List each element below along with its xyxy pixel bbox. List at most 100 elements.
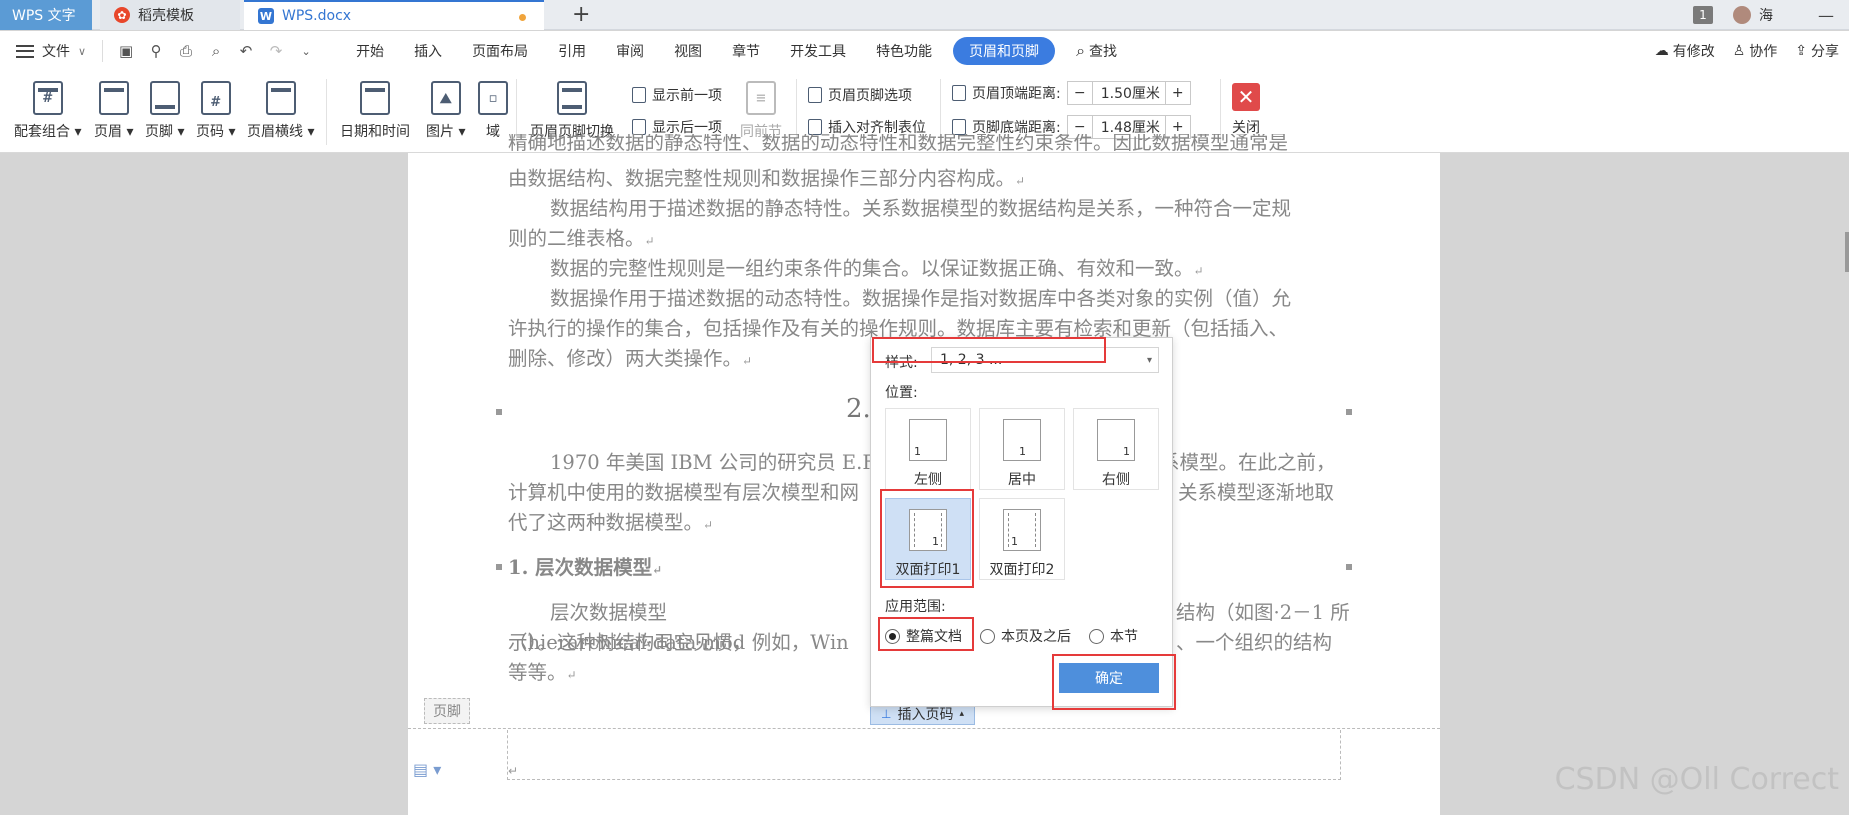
menu-review[interactable]: 审阅 <box>601 37 659 65</box>
text: 数据的完整性规则是一组约束条件的集合。以保证数据正确、有效和一致。 <box>550 257 1194 280</box>
paragraph-line: 数据操作用于描述数据的动态特性。数据操作是指对数据库中各类对象的实例（值）允 <box>550 287 1292 310</box>
footer-divider <box>408 728 1440 729</box>
same-as-previous-icon: ≡ <box>746 81 776 115</box>
header-footer-switch-button[interactable]: 页眉页脚切换 <box>530 81 614 141</box>
menu-header-footer[interactable]: 页眉和页脚 <box>953 37 1056 65</box>
position-right-option[interactable]: 1 右侧 <box>1073 408 1159 490</box>
modified-button[interactable]: ☁ 有修改 <box>1655 41 1715 61</box>
picture-button[interactable]: ⛰ 图片 ▾ <box>426 81 465 141</box>
paragraph-line: 则的二维表格。↵ <box>508 224 1348 256</box>
undo-icon[interactable]: ↶ <box>235 40 257 62</box>
tab-wps-writer[interactable]: WPS 文字 <box>0 0 92 30</box>
quick-access-toolbar: ▣ ⚲ ⎙ ⌕ ↶ ↷ ⌄ <box>102 40 317 62</box>
tab-label: 稻壳模板 <box>138 8 194 24</box>
menu-references[interactable]: 引用 <box>543 37 601 65</box>
redo-icon[interactable]: ↷ <box>265 40 287 62</box>
subheading: 1. 层次数据模型↵ <box>508 553 662 585</box>
avatar[interactable] <box>1733 6 1751 24</box>
save-icon[interactable]: ▣ <box>115 40 137 62</box>
menu-section[interactable]: 章节 <box>717 37 775 65</box>
footer-label: 页脚 <box>145 124 173 140</box>
scrollbar-thumb[interactable] <box>1845 232 1849 272</box>
scope-label: 应用范围: <box>885 599 946 615</box>
menu-insert[interactable]: 插入 <box>399 37 457 65</box>
menu-developer[interactable]: 开发工具 <box>775 37 861 65</box>
paragraph-mark-icon: ↵ <box>1015 174 1026 188</box>
page-number-glyph: 1 <box>1123 445 1130 458</box>
text: 则的二维表格。 <box>508 227 645 250</box>
paragraph-line: 计算机中使用的数据模型有层次模型和网 <box>508 481 860 504</box>
show-next-icon <box>632 119 646 135</box>
menu-view[interactable]: 视图 <box>659 37 717 65</box>
show-previous-button[interactable]: 显示前一项 <box>632 85 722 105</box>
watermark: CSDN @Oll Correct <box>1554 762 1839 797</box>
file-menu[interactable]: 文件 ∨ <box>16 41 86 61</box>
section-heading: 2. <box>846 394 871 424</box>
chevron-up-icon: ▴ <box>959 708 964 719</box>
header-footer-options-button[interactable]: 页眉页脚选项 <box>808 85 912 105</box>
minimize-icon[interactable]: — <box>1803 6 1849 25</box>
position-left-label: 左侧 <box>914 472 942 488</box>
tab-document[interactable]: W WPS.docx <box>244 0 544 30</box>
scope-this-page-after-radio[interactable]: 本页及之后 <box>980 626 1071 646</box>
new-tab-icon[interactable]: + <box>572 2 590 27</box>
menu-start[interactable]: 开始 <box>341 37 399 65</box>
annotation-box-duplex <box>880 489 974 588</box>
picture-label: 图片 <box>426 124 454 140</box>
menu-bar: 文件 ∨ ▣ ⚲ ⎙ ⌕ ↶ ↷ ⌄ 开始 插入 页面布局 引用 审阅 视图 章… <box>0 31 1849 71</box>
user-name[interactable]: 海 <box>1759 5 1773 25</box>
page-number-button[interactable]: # 页码 ▾ <box>196 81 235 141</box>
print-icon[interactable]: ⎙ <box>175 40 197 62</box>
template-combo-icon: # <box>32 81 63 115</box>
position-center-option[interactable]: 1 居中 <box>979 408 1065 490</box>
paragraph-line: 关系模型逐渐地取 <box>1178 481 1335 504</box>
increase-button[interactable]: + <box>1166 82 1190 104</box>
title-bar: WPS 文字 ✿ 稻壳模板 W WPS.docx + 1 海 — <box>0 0 1849 30</box>
header-line-button[interactable]: 页眉横线 ▾ <box>247 81 314 141</box>
scope-this-page-after-label: 本页及之后 <box>1001 629 1071 645</box>
chevron-down-icon: ▾ <box>1146 354 1152 366</box>
format-painter-icon[interactable]: ⚲ <box>145 40 167 62</box>
align-tab-icon <box>808 119 822 135</box>
decrease-button[interactable]: − <box>1068 82 1092 104</box>
window-count-badge[interactable]: 1 <box>1693 6 1713 24</box>
close-header-footer-button[interactable]: ✕ 关闭 <box>1232 83 1260 137</box>
close-icon: ✕ <box>1232 83 1260 111</box>
template-combo-button[interactable]: # 配套组合 ▾ <box>14 81 81 141</box>
find-label: 查找 <box>1089 44 1118 60</box>
header-icon <box>98 81 129 115</box>
paragraph-mark-icon: ↵ <box>508 764 519 778</box>
footer-region[interactable] <box>507 730 1341 780</box>
header-distance-icon <box>952 85 966 101</box>
menu-page-layout[interactable]: 页面布局 <box>457 37 543 65</box>
customize-chevron-icon[interactable]: ⌄ <box>295 40 317 62</box>
share-label: 分享 <box>1811 44 1839 60</box>
scope-this-section-radio[interactable]: 本节 <box>1089 626 1138 646</box>
page-preview-icon: 1 <box>909 419 947 461</box>
header-button[interactable]: 页眉 ▾ <box>94 81 133 141</box>
footer-options-icon[interactable]: ▤ ▾ <box>413 760 441 779</box>
collaborate-label: 协作 <box>1749 44 1778 60</box>
position-center-label: 居中 <box>1008 472 1036 488</box>
same-as-previous-button[interactable]: ≡ 同前节 <box>740 81 782 141</box>
date-time-button[interactable]: 日期和时间 <box>340 81 410 141</box>
collaborate-button[interactable]: ♙ 协作 <box>1733 41 1778 61</box>
paragraph-line: 、一个组织的结构 <box>1176 631 1333 654</box>
header-distance-input[interactable]: 1.50厘米 <box>1091 82 1166 104</box>
search-icon: ⌕ <box>1076 41 1086 60</box>
position-left-option[interactable]: 1 左侧 <box>885 408 971 490</box>
menu-special[interactable]: 特色功能 <box>861 37 947 65</box>
page-number-icon: # <box>200 81 231 115</box>
footer-button[interactable]: 页脚 ▾ <box>145 81 184 141</box>
tab-label: WPS 文字 <box>12 8 76 24</box>
menu-find[interactable]: ⌕ 查找 <box>1061 37 1132 65</box>
position-duplex2-option[interactable]: 1 双面打印2 <box>979 498 1065 580</box>
tab-daoke-templates[interactable]: ✿ 稻壳模板 <box>100 0 240 30</box>
heading-marker-icon <box>496 564 502 570</box>
paragraph-mark-icon: ↵ <box>703 518 714 532</box>
share-button[interactable]: ⇪ 分享 <box>1795 41 1839 61</box>
header-label: 页眉 <box>94 124 122 140</box>
paragraph-line: 数据的完整性规则是一组约束条件的集合。以保证数据正确、有效和一致。↵ <box>508 254 1348 286</box>
print-preview-icon[interactable]: ⌕ <box>205 40 227 62</box>
field-button[interactable]: ▫ 域 <box>478 81 508 141</box>
